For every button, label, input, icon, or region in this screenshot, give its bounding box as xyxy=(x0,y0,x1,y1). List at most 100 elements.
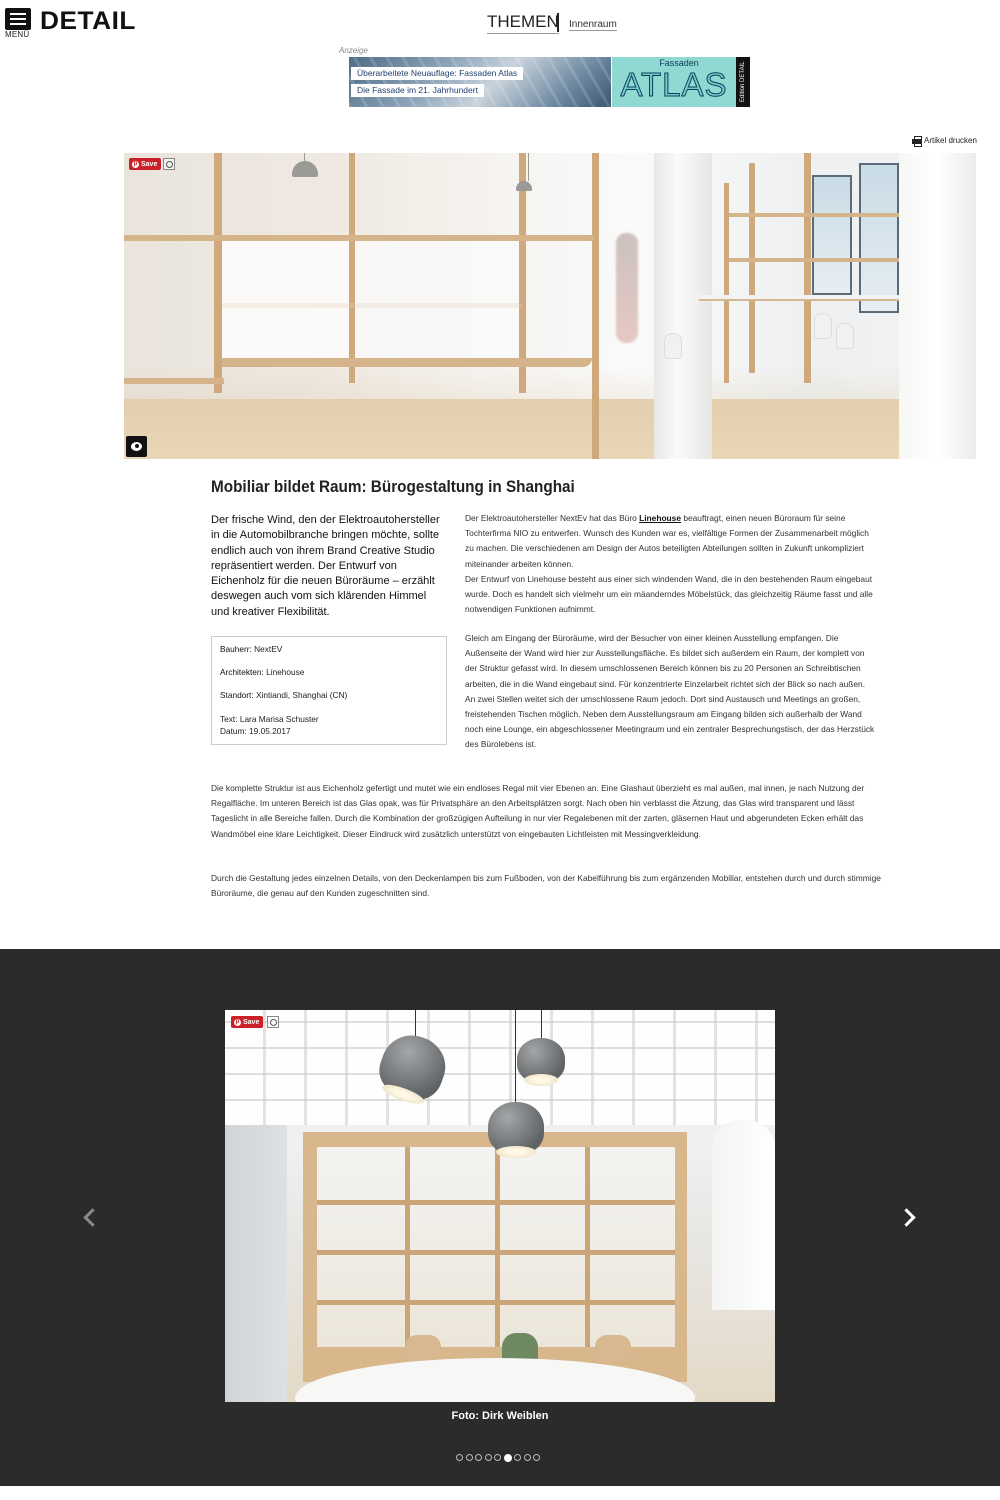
category-link-innenraum[interactable]: Innenraum xyxy=(569,19,617,31)
fact-label: Standort: xyxy=(220,690,254,700)
hero-lamp xyxy=(516,153,532,191)
gallery-shelf xyxy=(317,1300,675,1305)
gallery-dot[interactable] xyxy=(475,1454,482,1461)
hero-chair xyxy=(836,323,854,349)
gallery-dot[interactable] xyxy=(523,1454,531,1461)
fact-value: Xintiandi, Shanghai (CN) xyxy=(255,690,348,700)
hero-desk xyxy=(699,295,899,301)
fact-bauherr: Bauherr: NextEV xyxy=(220,644,438,654)
gallery-chair xyxy=(405,1335,441,1361)
hero-curved-shelf xyxy=(222,358,592,367)
hero-shelf-post xyxy=(592,153,599,459)
gallery-lamp-cord xyxy=(515,1010,516,1102)
gallery-chair xyxy=(595,1335,631,1361)
paragraph-text: Der Elektroautohersteller NextEv hat das… xyxy=(465,513,640,523)
article-paragraph-3: Die komplette Struktur ist aus Eichenhol… xyxy=(211,783,865,839)
gallery-lamp-cord xyxy=(541,1010,542,1038)
fact-standort: Standort: Xintiandi, Shanghai (CN) xyxy=(220,690,438,700)
hero-image[interactable]: p Save xyxy=(124,153,976,459)
gallery-dot[interactable] xyxy=(514,1454,521,1461)
pinterest-save-button[interactable]: p Save xyxy=(129,158,162,170)
gallery-dot[interactable] xyxy=(503,1453,512,1462)
fact-date: Datum: 19.05.2017 xyxy=(220,726,291,736)
hero-glass xyxy=(355,241,519,361)
gallery-chair xyxy=(502,1333,538,1361)
gallery-next-arrow-icon[interactable] xyxy=(900,1208,918,1228)
fact-architekten: Architekten: Linehouse xyxy=(220,667,438,677)
gallery-prev-arrow-icon[interactable] xyxy=(81,1208,99,1228)
hero-shelf xyxy=(729,213,899,217)
zoom-icon[interactable] xyxy=(267,1016,279,1028)
paragraph-text: Der Entwurf von Linehouse besteht aus ei… xyxy=(465,573,873,615)
hero-shelf-post xyxy=(749,163,755,373)
view-icon[interactable] xyxy=(126,436,147,457)
ad-headline: Überarbeitete Neuauflage: Fassaden Atlas xyxy=(351,67,524,80)
project-facts-box: Bauherr: NextEV Architekten: Linehouse S… xyxy=(211,636,447,745)
hero-column xyxy=(899,153,976,459)
print-article-link[interactable]: Artikel drucken xyxy=(912,136,977,147)
hero-lamp xyxy=(292,153,318,177)
gallery-shelf xyxy=(317,1200,675,1205)
gallery-dot[interactable] xyxy=(533,1454,540,1461)
gallery-shelf xyxy=(317,1250,675,1255)
save-label: Save xyxy=(243,1018,260,1026)
gallery-shelf-post xyxy=(585,1147,590,1347)
article-lead: Der frische Wind, den der Elektroautoher… xyxy=(211,514,440,618)
ad-brand-big: ATLAS xyxy=(620,66,728,103)
hero-chair xyxy=(664,333,682,359)
pinterest-icon: p xyxy=(132,160,139,168)
gallery-lamp xyxy=(488,1102,544,1158)
gallery-pagination xyxy=(456,1453,540,1462)
hero-shelf-post xyxy=(804,153,811,383)
breadcrumb-separator xyxy=(557,13,559,32)
article-title: Mobiliar bildet Raum: Bürogestaltung in … xyxy=(211,477,575,496)
pinterest-icon: p xyxy=(234,1018,241,1026)
hero-shelf xyxy=(729,258,899,262)
save-label: Save xyxy=(141,160,158,168)
print-label: Artikel drucken xyxy=(924,136,977,145)
printer-icon xyxy=(912,136,922,147)
gallery-dot[interactable] xyxy=(494,1454,501,1461)
gallery-lamp-cord xyxy=(415,1010,416,1038)
article-paragraph-4: Durch die Gestaltung jedes einzelnen Det… xyxy=(211,873,881,899)
fact-label: Bauherr: xyxy=(220,644,252,654)
gallery-lamp xyxy=(517,1038,565,1086)
ad-edition-label: Edition DETAIL xyxy=(736,57,750,107)
gallery-shelf-post xyxy=(405,1147,410,1347)
hero-chair xyxy=(814,313,832,339)
hero-window xyxy=(812,175,852,295)
fact-value: Linehouse xyxy=(266,667,305,677)
zoom-icon[interactable] xyxy=(163,158,175,170)
hero-shelf-post xyxy=(214,153,222,393)
article-paragraph-1: Der Elektroautohersteller NextEv hat das… xyxy=(465,511,875,617)
gallery-wall xyxy=(225,1125,287,1402)
hero-column xyxy=(654,153,712,459)
gallery-dot[interactable] xyxy=(465,1454,473,1461)
article-paragraph-2: Gleich am Eingang der Büroräume, wird de… xyxy=(465,633,875,750)
hero-window xyxy=(859,163,899,313)
fact-text-author: Text: Lara Marisa Schuster xyxy=(220,714,319,724)
gallery-dot[interactable] xyxy=(456,1454,463,1461)
gallery-dot[interactable] xyxy=(484,1454,492,1461)
ad-banner[interactable]: Überarbeitete Neuauflage: Fassaden Atlas… xyxy=(349,57,750,107)
ad-image: Überarbeitete Neuauflage: Fassaden Atlas… xyxy=(349,57,611,107)
gallery-caption: Foto: Dirk Weiblen xyxy=(451,1410,549,1422)
hamburger-icon xyxy=(5,8,31,30)
linehouse-link[interactable]: Linehouse xyxy=(639,513,681,523)
menu-label[interactable]: MENÜ xyxy=(5,30,29,39)
gallery-image[interactable]: p Save xyxy=(225,1010,775,1402)
ad-subline: Die Fassade im 21. Jahrhundert xyxy=(351,84,484,97)
themen-link[interactable]: THEMEN xyxy=(487,12,559,34)
ad-label: Anzeige xyxy=(339,46,368,55)
hero-glass xyxy=(222,241,349,361)
fact-label: Architekten: xyxy=(220,667,264,677)
gallery-column xyxy=(712,1120,775,1310)
ad-brand-panel: Fassaden ATLAS xyxy=(612,57,736,107)
gallery-shelf-post xyxy=(495,1147,500,1347)
hero-floor xyxy=(124,399,976,459)
pinterest-save-button[interactable]: p Save xyxy=(231,1016,264,1028)
hero-person xyxy=(616,233,638,343)
hero-shelf xyxy=(124,378,224,384)
detail-logo[interactable]: DETAIL xyxy=(40,7,136,36)
fact-value: NextEV xyxy=(254,644,283,654)
